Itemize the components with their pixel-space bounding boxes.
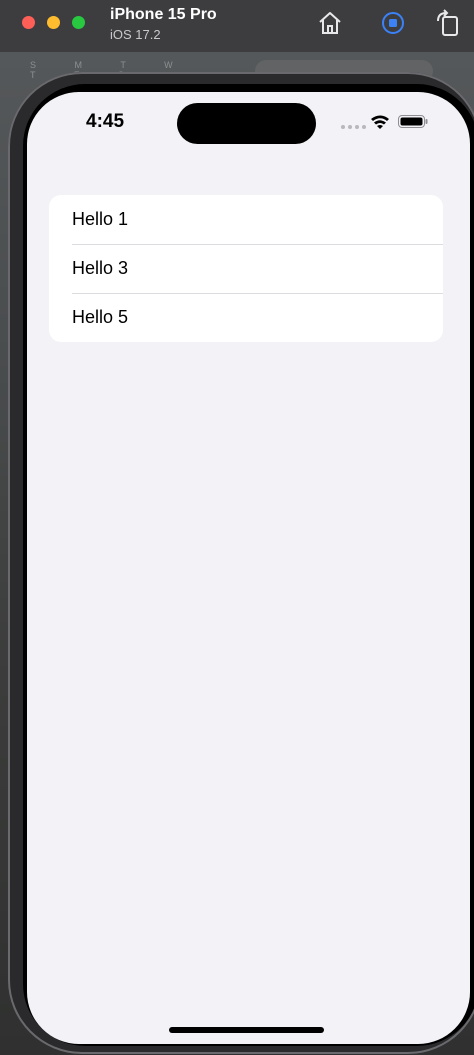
os-version: iOS 17.2 xyxy=(110,27,161,42)
home-icon xyxy=(319,12,341,34)
device-screen: 4:45 Hello 1 Hello 3 Hello 5 xyxy=(27,92,470,1044)
dynamic-island xyxy=(177,103,316,144)
zoom-window-button[interactable] xyxy=(72,16,85,29)
list-item[interactable]: Hello 5 xyxy=(49,293,443,342)
device-name: iPhone 15 Pro xyxy=(110,6,217,23)
rotate-button[interactable] xyxy=(434,9,462,37)
home-button[interactable] xyxy=(316,9,344,37)
rotate-icon xyxy=(437,9,458,36)
simulator-title-bar: iPhone 15 Pro iOS 17.2 xyxy=(0,0,474,52)
wifi-icon xyxy=(371,115,389,129)
hello-list: Hello 1 Hello 3 Hello 5 xyxy=(49,195,443,342)
stop-recording-button[interactable] xyxy=(379,9,407,37)
home-indicator[interactable] xyxy=(169,1027,324,1033)
status-time: 4:45 xyxy=(86,111,125,132)
record-stop-icon xyxy=(382,12,404,34)
list-item[interactable]: Hello 3 xyxy=(49,244,443,293)
cellular-signal-icon xyxy=(341,125,366,129)
list-item[interactable]: Hello 1 xyxy=(49,195,443,244)
battery-icon xyxy=(398,115,428,128)
close-window-button[interactable] xyxy=(22,16,35,29)
minimize-window-button[interactable] xyxy=(47,16,60,29)
